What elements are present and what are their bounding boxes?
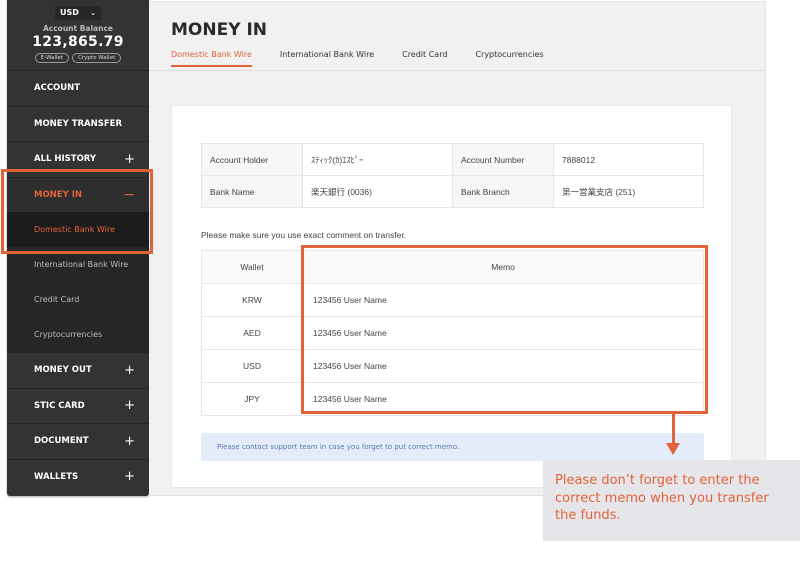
balance-panel: USD ⌄ Account Balance 123,865.79 E-Walle… — [7, 0, 149, 70]
wallet-column-header: Wallet — [201, 250, 303, 284]
sidebar-subitem-international-bank-wire[interactable]: International Bank Wire — [7, 247, 149, 282]
tab-credit-card[interactable]: Credit Card — [402, 50, 447, 67]
tab-international-bank-wire[interactable]: International Bank Wire — [280, 50, 374, 67]
annotation-arrow-line — [672, 413, 675, 445]
bank-branch-label: Bank Branch — [452, 175, 554, 208]
sidebar-subitem-domestic-bank-wire[interactable]: Domestic Bank Wire — [7, 212, 149, 247]
sidebar-item-document[interactable]: DOCUMENT + — [7, 423, 149, 459]
sidebar-item-money-in[interactable]: MONEY IN − — [7, 176, 149, 212]
sidebar-item-stic-card[interactable]: STIC CARD + — [7, 387, 149, 424]
support-info-alert: Please contact support team in case you … — [201, 433, 704, 461]
sidebar-item-label: MONEY IN — [34, 189, 82, 200]
table-row: USD 123456 User Name — [201, 349, 704, 383]
sidebar-item-money-out[interactable]: MONEY OUT + — [7, 352, 149, 388]
bank-wire-card: Account Holder ｽﾃｨｯｸ(ｶ)ｴｽﾋﾟｰ Account Num… — [171, 105, 732, 488]
minus-icon[interactable]: − — [123, 187, 135, 203]
memo-cell: 123456 User Name — [302, 283, 704, 317]
memo-column-header: Memo — [302, 250, 704, 284]
account-number-value: 7888012 — [553, 143, 704, 176]
sidebar-item-label: ACCOUNT — [34, 83, 81, 94]
plus-icon[interactable]: + — [124, 398, 135, 413]
tab-bar: Domestic Bank Wire International Bank Wi… — [171, 50, 544, 67]
table-header-row: Wallet Memo — [201, 250, 704, 284]
bank-branch-value: 第一営業支店 (251) — [553, 175, 704, 208]
currency-value: USD — [60, 8, 79, 17]
account-holder-label: Account Holder — [201, 143, 303, 176]
tabs-divider — [149, 70, 765, 71]
sidebar-item-account[interactable]: ACCOUNT — [7, 70, 149, 106]
arrow-down-icon — [666, 443, 680, 455]
sidebar-item-label: MONEY TRANSFER — [34, 118, 123, 129]
currency-select[interactable]: USD ⌄ — [55, 5, 101, 20]
plus-icon[interactable]: + — [124, 363, 135, 378]
sidebar: USD ⌄ Account Balance 123,865.79 E-Walle… — [7, 0, 149, 496]
account-holder-value: ｽﾃｨｯｸ(ｶ)ｴｽﾋﾟｰ — [302, 143, 453, 176]
sidebar-item-label: STIC CARD — [34, 400, 85, 411]
plus-icon[interactable]: + — [124, 434, 135, 449]
sidebar-subitem-credit-card[interactable]: Credit Card — [7, 282, 149, 317]
table-row: Bank Name 楽天銀行 (0036) Bank Branch 第一営業支店… — [201, 175, 704, 208]
sidebar-item-label: WALLETS — [34, 471, 79, 482]
sidebar-item-all-history[interactable]: ALL HISTORY + — [7, 141, 149, 177]
annotation-callout: Please don’t forget to enter the correct… — [543, 460, 800, 541]
memo-table: Wallet Memo KRW 123456 User Name AED 123… — [201, 250, 704, 416]
table-row: Account Holder ｽﾃｨｯｸ(ｶ)ｴｽﾋﾟｰ Account Num… — [201, 143, 704, 176]
comment-notice: Please make sure you use exact comment o… — [201, 230, 407, 240]
plus-icon[interactable]: + — [124, 152, 135, 167]
sidebar-item-label: DOCUMENT — [34, 436, 89, 447]
wallet-cell: USD — [201, 349, 303, 383]
sidebar-subitem-cryptocurrencies[interactable]: Cryptocurrencies — [7, 317, 149, 352]
bank-name-label: Bank Name — [201, 175, 303, 208]
e-wallet-button[interactable]: E-Wallet — [34, 52, 70, 63]
table-row: KRW 123456 User Name — [201, 283, 704, 317]
screenshot-stage: USD ⌄ Account Balance 123,865.79 E-Walle… — [0, 0, 800, 567]
account-number-label: Account Number — [452, 143, 554, 176]
memo-cell: 123456 User Name — [302, 349, 704, 383]
sidebar-item-money-transfer[interactable]: MONEY TRANSFER — [7, 105, 149, 142]
sidebar-item-label: MONEY OUT — [34, 365, 92, 376]
wallet-cell: KRW — [201, 283, 303, 317]
balance-label: Account Balance — [42, 23, 113, 33]
tab-cryptocurrencies[interactable]: Cryptocurrencies — [475, 50, 543, 67]
sidebar-item-label: ALL HISTORY — [34, 154, 97, 165]
memo-cell: 123456 User Name — [302, 382, 704, 416]
memo-cell: 123456 User Name — [302, 316, 704, 350]
crypto-wallet-button[interactable]: Crypto Wallet — [72, 52, 122, 63]
plus-icon[interactable]: + — [124, 469, 135, 484]
page-title: MONEY IN — [171, 20, 267, 40]
wallet-cell: AED — [201, 316, 303, 350]
sidebar-item-wallets[interactable]: WALLETS + — [7, 458, 149, 495]
bank-name-value: 楽天銀行 (0036) — [302, 175, 453, 208]
tab-domestic-bank-wire[interactable]: Domestic Bank Wire — [171, 50, 252, 67]
bank-info-table: Account Holder ｽﾃｨｯｸ(ｶ)ｴｽﾋﾟｰ Account Num… — [201, 143, 704, 208]
chevron-down-icon: ⌄ — [90, 8, 96, 17]
balance-value: 123,865.79 — [32, 33, 124, 50]
table-row: AED 123456 User Name — [201, 316, 704, 350]
wallet-cell: JPY — [201, 382, 303, 416]
table-row: JPY 123456 User Name — [201, 382, 704, 416]
